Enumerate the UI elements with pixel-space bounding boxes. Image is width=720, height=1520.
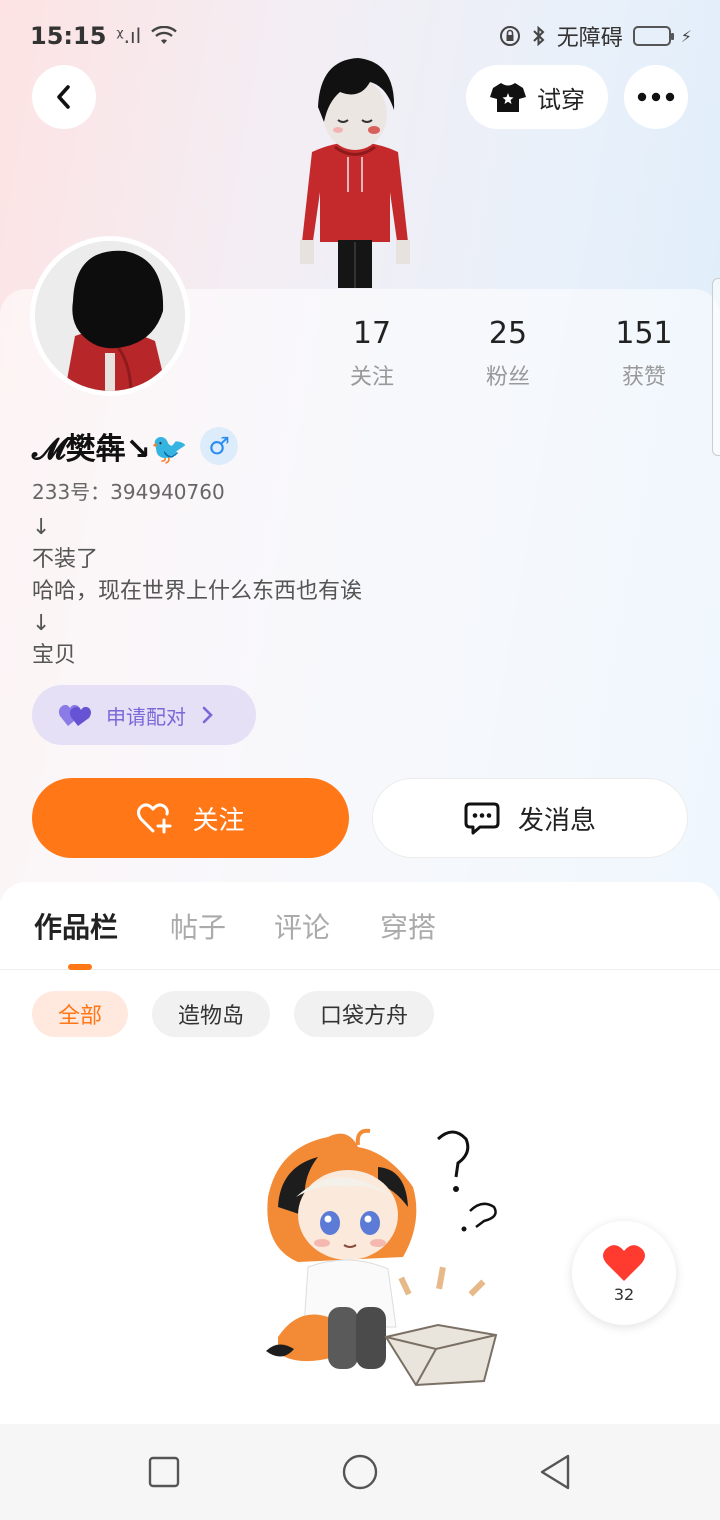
heart-icon: [603, 1244, 645, 1281]
chat-bubble-icon: [464, 802, 500, 835]
charging-icon: ⚡: [680, 26, 692, 46]
tab-outfits[interactable]: 穿搭: [380, 906, 436, 946]
profile-stats: 17 关注 25 粉丝 151 获赞: [0, 316, 720, 396]
more-button[interactable]: [624, 65, 688, 129]
lock-rotation-icon: [499, 26, 520, 46]
hearts-icon: [58, 704, 91, 726]
stat-likes-label: 获赞: [621, 365, 666, 390]
signal-icon: ᵡ.ıl: [116, 24, 142, 48]
name-row: 𝓜樊犇↘🐦 ♂: [32, 424, 239, 468]
profile-uid: 233号：394940760: [32, 480, 225, 504]
wifi-icon: [151, 26, 177, 44]
filter-creation-island[interactable]: 造物岛: [152, 991, 271, 1037]
filter-pocket-ark[interactable]: 口袋方舟: [294, 991, 435, 1037]
side-drawer-handle[interactable]: [712, 278, 720, 456]
tshirt-icon: [490, 83, 526, 112]
tab-works[interactable]: 作品栏: [34, 906, 118, 946]
follow-label: 关注: [192, 805, 245, 836]
back-button[interactable]: [32, 65, 96, 129]
stat-likes[interactable]: 151 获赞: [589, 316, 699, 391]
stat-following[interactable]: 17 关注: [317, 316, 427, 391]
home-icon[interactable]: [340, 1452, 380, 1492]
battery-icon: [632, 26, 674, 46]
stat-followers-value: 25: [488, 316, 528, 351]
chevron-left-icon: [57, 85, 70, 109]
recent-apps-icon[interactable]: [144, 1452, 184, 1492]
message-label: 发消息: [517, 805, 596, 836]
gender-badge: ♂: [200, 427, 239, 465]
avatar-figure-image: [300, 58, 410, 288]
tab-posts[interactable]: 帖子: [170, 906, 226, 946]
stat-following-value: 17: [352, 316, 392, 351]
like-count: 32: [613, 1284, 635, 1304]
profile-name: 𝓜樊犇↘🐦: [32, 432, 189, 467]
bluetooth-icon: [533, 25, 545, 47]
heart-plus-icon: [137, 803, 172, 834]
stat-following-label: 关注: [349, 365, 394, 390]
message-button[interactable]: 发消息: [372, 778, 688, 858]
stat-followers-label: 粉丝: [485, 365, 530, 390]
back-nav-icon[interactable]: [536, 1452, 576, 1492]
try-on-button[interactable]: 试穿: [466, 65, 608, 129]
active-tab-indicator: [68, 964, 92, 970]
pair-request-button[interactable]: 申请配对: [32, 685, 256, 745]
chevron-right-icon: [202, 706, 213, 724]
like-button[interactable]: 32: [572, 1221, 676, 1325]
pair-request-label: 申请配对: [106, 704, 186, 729]
empty-state-illustration: [266, 1128, 498, 1387]
content-panel: 作品栏 帖子 评论 穿搭 全部 造物岛 口袋方舟: [0, 882, 720, 1424]
status-time: 15:15: [30, 22, 107, 50]
try-on-label: 试穿: [537, 85, 585, 114]
system-navigation-bar: [0, 1424, 720, 1520]
content-tabs: 作品栏 帖子 评论 穿搭: [0, 882, 720, 970]
profile-bio: ↓ 不装了 哈哈，现在世界上什么东西也有诶 ↓ 宝贝: [32, 515, 363, 668]
accessibility-text: 无障碍: [556, 26, 623, 51]
filter-all[interactable]: 全部: [32, 991, 129, 1037]
follow-button[interactable]: 关注: [32, 778, 349, 858]
more-dots-icon: [637, 92, 675, 102]
stat-likes-value: 151: [615, 316, 673, 351]
stat-followers[interactable]: 25 粉丝: [453, 316, 563, 391]
tab-comments[interactable]: 评论: [274, 906, 330, 946]
filter-chips: 全部 造物岛 口袋方舟: [32, 991, 435, 1037]
